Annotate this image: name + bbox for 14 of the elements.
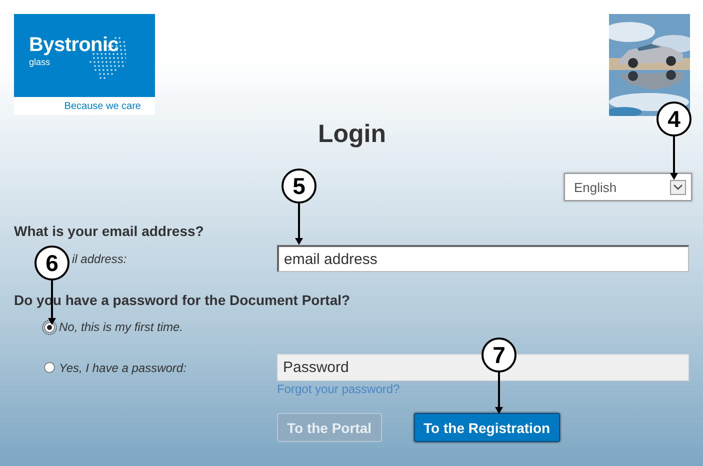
- brand-subtitle: glass: [29, 57, 50, 67]
- radio-button[interactable]: [44, 322, 55, 332]
- section-heading: What is your email address?: [14, 223, 205, 239]
- language-dropdown[interactable]: English: [564, 173, 692, 201]
- page-title: Login: [318, 120, 386, 149]
- radio-button[interactable]: [44, 362, 55, 373]
- caret-icon[interactable]: [670, 180, 686, 194]
- tagline: Because we care: [64, 100, 141, 112]
- radio-label: Yes, I have a password:: [59, 360, 186, 374]
- brand-name: Bystronic: [29, 34, 119, 57]
- action-button[interactable]: To the Registration: [414, 413, 560, 442]
- field-label: il address:: [72, 252, 127, 266]
- radio-label: No, this is my first time.: [59, 320, 184, 334]
- email-field[interactable]: email address: [277, 245, 689, 272]
